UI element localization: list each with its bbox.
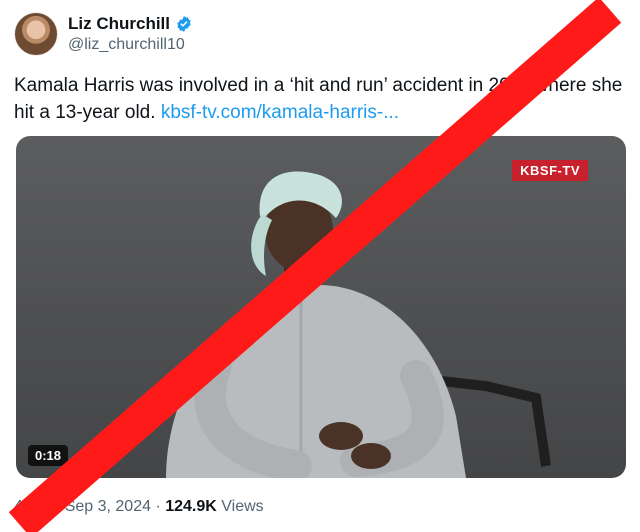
tweet-meta: 4 AM · Sep 3, 2024 · 124.9K Views xyxy=(14,498,264,516)
author-block: Liz Churchill @liz_churchill10 xyxy=(68,14,193,54)
tweet-date[interactable]: Sep 3, 2024 xyxy=(65,498,151,515)
tweet-header: Liz Churchill @liz_churchill10 xyxy=(14,12,193,56)
views-label: Views xyxy=(221,498,264,515)
tweet-link[interactable]: kbsf-tv.com/kamala-harris-... xyxy=(161,102,399,123)
video-player[interactable]: KBSF-TV 0:18 xyxy=(16,136,626,478)
meta-separator: · xyxy=(54,498,65,515)
avatar[interactable] xyxy=(14,12,58,56)
author-handle[interactable]: @liz_churchill10 xyxy=(68,36,193,54)
tweet-time[interactable]: 4 AM xyxy=(14,498,50,515)
video-frame xyxy=(166,171,551,478)
author-name-row: Liz Churchill xyxy=(68,14,193,34)
video-duration: 0:18 xyxy=(28,445,69,466)
views-count: 124.9K xyxy=(165,498,217,515)
verified-badge-icon xyxy=(177,16,191,32)
meta-separator: · xyxy=(155,498,166,515)
tweet-text: Kamala Harris was involved in a ‘hit and… xyxy=(14,72,624,126)
channel-badge: KBSF-TV xyxy=(512,160,588,181)
author-name[interactable]: Liz Churchill xyxy=(68,14,170,34)
